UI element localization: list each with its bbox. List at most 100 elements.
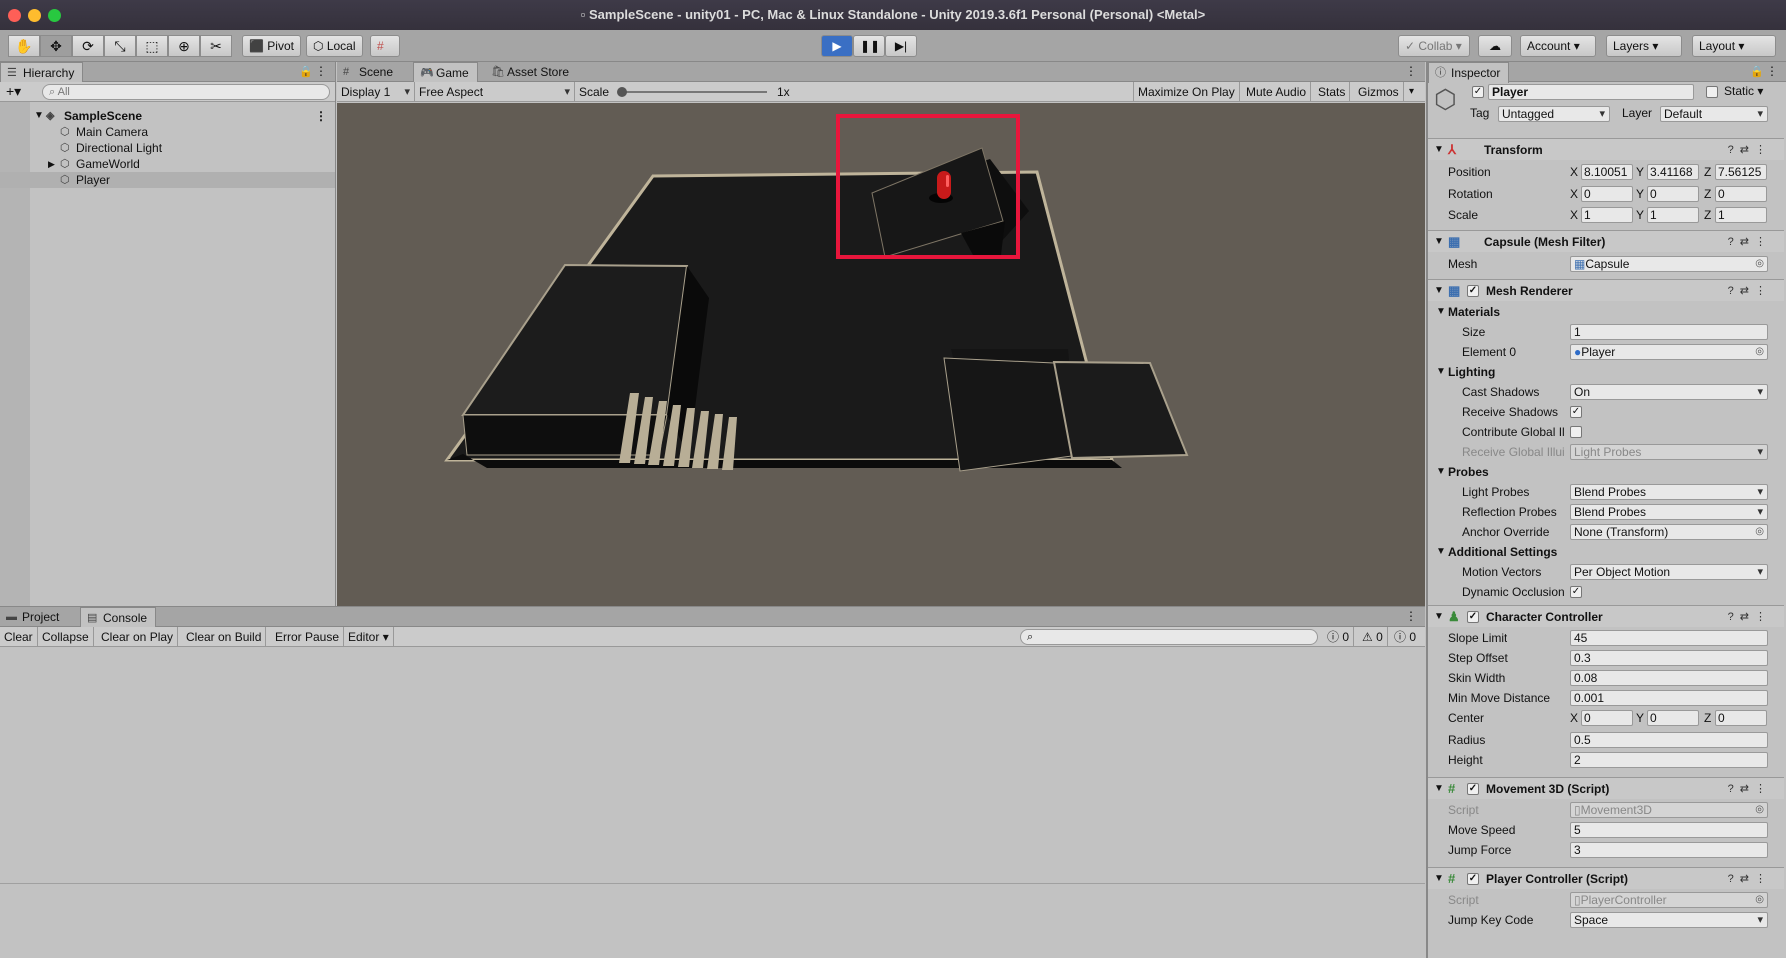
kebab-menu-icon[interactable]: ⋮ — [1766, 64, 1778, 78]
kebab-menu-icon[interactable]: ⋮ — [315, 64, 327, 78]
scale-slider-handle[interactable] — [617, 87, 627, 97]
dynamic-occlusion-checkbox[interactable]: ✓ — [1570, 586, 1582, 598]
additional-settings-foldout[interactable]: ▼ Additional Settings — [1428, 542, 1784, 562]
kebab-menu-icon[interactable]: ⋮ — [1405, 609, 1417, 623]
tab-inspector[interactable]: ⓘ Inspector — [1428, 62, 1510, 83]
fold-arrow-icon[interactable]: ▼ — [1434, 778, 1444, 800]
hand-tool-icon[interactable]: ✋ — [8, 35, 40, 57]
maximize-on-play-toggle[interactable]: Maximize On Play — [1133, 82, 1240, 102]
slope-limit-field[interactable]: 45 — [1570, 630, 1768, 646]
player-controller-component-header[interactable]: ▼ # ✓ Player Controller (Script) ?⇄⋮ — [1428, 867, 1784, 889]
error-count-toggle[interactable]: ⓘ 0 — [1390, 627, 1420, 647]
jump-force-field[interactable]: 3 — [1570, 842, 1768, 858]
minimize-window-button[interactable] — [28, 9, 41, 22]
account-dropdown[interactable]: Account ▾ — [1520, 35, 1596, 57]
component-menu-icons[interactable]: ?⇄⋮ — [1728, 280, 1772, 302]
position-x-field[interactable]: 8.10051 — [1581, 164, 1633, 180]
tab-game[interactable]: 🎮 Game — [413, 62, 478, 83]
movement3d-enabled-checkbox[interactable]: ✓ — [1467, 783, 1479, 795]
lock-icon[interactable]: 🔒 — [299, 65, 313, 78]
aspect-dropdown[interactable]: Free Aspect — [415, 82, 575, 102]
fold-arrow-icon[interactable]: ▼ — [1434, 280, 1444, 302]
component-menu-icons[interactable]: ?⇄⋮ — [1728, 606, 1772, 628]
object-name-field[interactable]: Player — [1488, 84, 1694, 100]
hierarchy-item-directional-light[interactable]: ⬡ Directional Light — [0, 140, 335, 156]
clear-button[interactable]: Clear — [0, 627, 38, 647]
center-x-field[interactable]: 0 — [1581, 710, 1633, 726]
component-menu-icons[interactable]: ?⇄⋮ — [1728, 231, 1772, 253]
mesh-renderer-enabled-checkbox[interactable]: ✓ — [1467, 285, 1479, 297]
anchor-override-field[interactable]: None (Transform) — [1570, 524, 1768, 540]
move-tool-icon[interactable]: ✥ — [40, 35, 72, 57]
rotation-y-field[interactable]: 0 — [1647, 186, 1699, 202]
layer-dropdown[interactable]: Default — [1660, 106, 1768, 122]
log-count-toggle[interactable]: ⓘ 0 — [1323, 627, 1355, 647]
static-checkbox[interactable] — [1706, 86, 1718, 98]
hierarchy-search-input[interactable]: ⌕ All — [42, 84, 330, 100]
element0-field[interactable]: ●Player — [1570, 344, 1768, 360]
lock-icon[interactable]: 🔒 — [1750, 65, 1764, 78]
collab-button[interactable]: ✓ Collab ▾ — [1398, 35, 1470, 57]
fold-arrow-icon[interactable]: ▼ — [1434, 231, 1444, 253]
display-dropdown[interactable]: Display 1 — [337, 82, 415, 102]
materials-size-field[interactable]: 1 — [1570, 324, 1768, 340]
gizmos-toggle[interactable]: Gizmos — [1354, 82, 1404, 102]
rotate-tool-icon[interactable]: ⟳ — [72, 35, 104, 57]
position-z-field[interactable]: 7.56125 — [1715, 164, 1767, 180]
rect-tool-icon[interactable]: ⬚ — [136, 35, 168, 57]
local-button[interactable]: ⬡ Local — [306, 35, 363, 57]
fold-arrow-icon[interactable]: ▼ — [1434, 868, 1444, 890]
character-controller-component-header[interactable]: ▼ ♟ ✓ Character Controller ?⇄⋮ — [1428, 605, 1784, 627]
pivot-button[interactable]: ⬛ Pivot — [242, 35, 301, 57]
stats-toggle[interactable]: Stats — [1314, 82, 1351, 102]
game-viewport[interactable] — [337, 103, 1425, 606]
active-checkbox[interactable]: ✓ — [1472, 86, 1484, 98]
tab-asset-store[interactable]: 🛍 Asset Store — [485, 62, 577, 82]
tab-project[interactable]: ▬ Project — [0, 607, 67, 627]
tab-console[interactable]: ▤ Console — [80, 607, 157, 628]
expand-arrow-icon[interactable]: ▼ — [34, 108, 44, 124]
step-button[interactable]: ▶| — [885, 35, 917, 57]
grid-snap-icon[interactable]: # — [370, 35, 400, 57]
move-speed-field[interactable]: 5 — [1570, 822, 1768, 838]
motion-vectors-dropdown[interactable]: Per Object Motion — [1570, 564, 1768, 580]
collapse-arrow-icon[interactable]: ▶ — [48, 156, 55, 172]
rotation-x-field[interactable]: 0 — [1581, 186, 1633, 202]
clear-on-play-toggle[interactable]: Clear on Play — [97, 627, 179, 647]
player-controller-enabled-checkbox[interactable]: ✓ — [1467, 873, 1479, 885]
step-offset-field[interactable]: 0.3 — [1570, 650, 1768, 666]
probes-foldout[interactable]: ▼ Probes — [1428, 462, 1784, 482]
radius-field[interactable]: 0.5 — [1570, 732, 1768, 748]
tab-scene[interactable]: # Scene — [337, 62, 401, 82]
static-dropdown[interactable]: Static ▾ — [1724, 84, 1763, 98]
jump-key-code-dropdown[interactable]: Space — [1570, 912, 1768, 928]
component-menu-icons[interactable]: ?⇄⋮ — [1728, 778, 1772, 800]
error-pause-toggle[interactable]: Error Pause — [271, 627, 345, 647]
center-y-field[interactable]: 0 — [1647, 710, 1699, 726]
tab-hierarchy[interactable]: ☰ Hierarchy — [0, 62, 84, 83]
clear-on-build-toggle[interactable]: Clear on Build — [182, 627, 267, 647]
gizmos-dropdown-arrow[interactable]: ▾ — [1405, 82, 1418, 102]
close-window-button[interactable] — [8, 9, 21, 22]
hierarchy-item-main-camera[interactable]: ⬡ Main Camera — [0, 124, 335, 140]
mesh-renderer-component-header[interactable]: ▼ ▦ ✓ Mesh Renderer ?⇄⋮ — [1428, 279, 1784, 301]
add-icon[interactable]: +▾ — [6, 83, 21, 100]
scale-z-field[interactable]: 1 — [1715, 207, 1767, 223]
min-move-distance-field[interactable]: 0.001 — [1570, 690, 1768, 706]
editor-dropdown[interactable]: Editor ▾ — [344, 627, 394, 647]
play-button[interactable]: ▶ — [821, 35, 853, 57]
zoom-window-button[interactable] — [48, 9, 61, 22]
character-controller-enabled-checkbox[interactable]: ✓ — [1467, 611, 1479, 623]
scale-y-field[interactable]: 1 — [1647, 207, 1699, 223]
light-probes-dropdown[interactable]: Blend Probes — [1570, 484, 1768, 500]
lighting-foldout[interactable]: ▼ Lighting — [1428, 362, 1784, 382]
hierarchy-item-player[interactable]: ⬡ Player — [0, 172, 335, 188]
pause-button[interactable]: ❚❚ — [853, 35, 885, 57]
mesh-field[interactable]: ▦Capsule — [1570, 256, 1768, 272]
skin-width-field[interactable]: 0.08 — [1570, 670, 1768, 686]
height-field[interactable]: 2 — [1570, 752, 1768, 768]
mesh-filter-component-header[interactable]: ▼ ▦ Capsule (Mesh Filter) ?⇄⋮ — [1428, 230, 1784, 252]
component-menu-icons[interactable]: ?⇄⋮ — [1728, 868, 1772, 890]
layout-dropdown[interactable]: Layout ▾ — [1692, 35, 1776, 57]
collapse-button[interactable]: Collapse — [38, 627, 94, 647]
